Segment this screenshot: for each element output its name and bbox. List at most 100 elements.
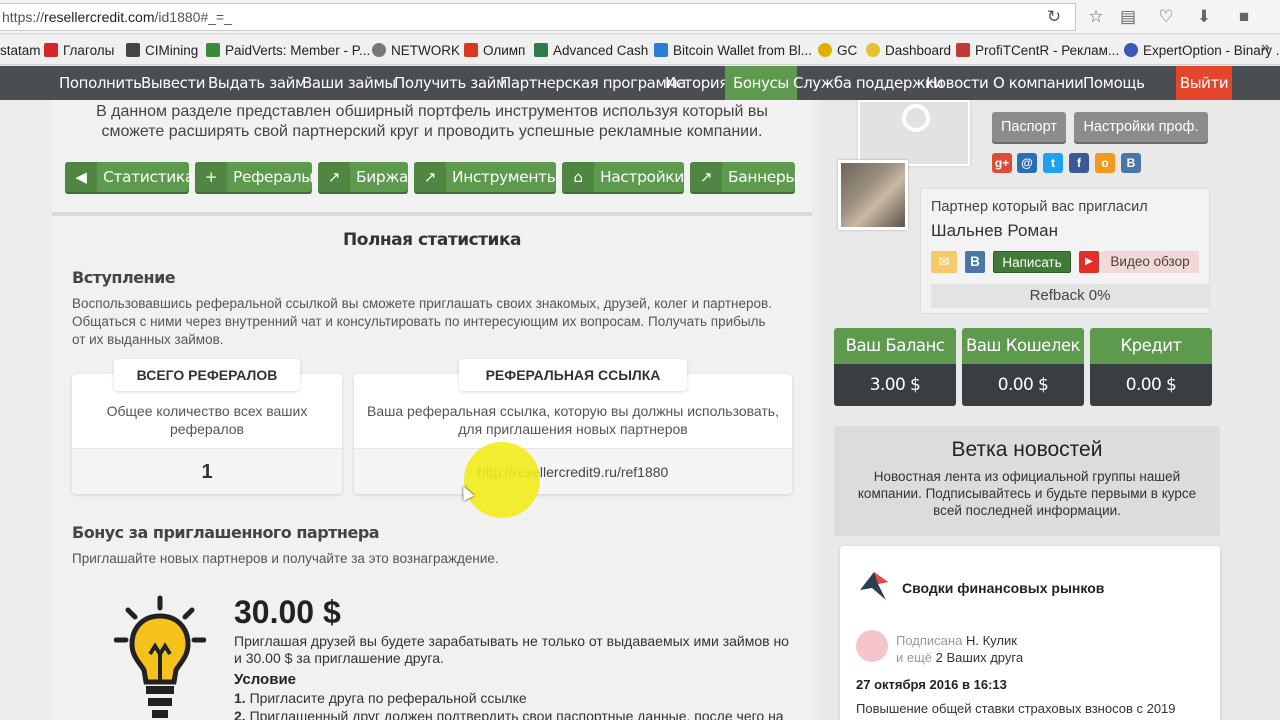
bookmark-icon	[44, 43, 58, 57]
bookmark-item[interactable]: Bitcoin Wallet from Bl...	[654, 42, 812, 60]
passport-button[interactable]: Паспорт	[992, 112, 1066, 142]
bookmark-item[interactable]: statam	[0, 42, 41, 60]
google-plus-icon[interactable]: g+	[992, 153, 1012, 173]
credit-box[interactable]: Кредит 0.00 $	[1090, 328, 1212, 406]
bookmark-item[interactable]: PaidVerts: Member - P...	[206, 42, 370, 60]
post-text[interactable]: Повышение общей ставки страховых взносов…	[856, 701, 1176, 716]
extension-icon[interactable]: ■	[1232, 5, 1256, 29]
balance-value: 3.00 $	[834, 364, 956, 406]
tool-label: Биржа	[356, 168, 409, 186]
condition-text: Пригласите друга по реферальной ссылке	[249, 690, 527, 706]
vk-icon[interactable]: B	[1121, 153, 1141, 173]
nav-item-history[interactable]: История	[665, 66, 728, 100]
inviter-avatar[interactable]	[838, 160, 908, 230]
nav-item-withdraw[interactable]: Вывести	[141, 66, 206, 100]
bookmarks-more-icon[interactable]: »	[1261, 39, 1270, 57]
nav-item-get-loan[interactable]: Получить займ	[394, 66, 507, 100]
profile-photo-placeholder[interactable]	[858, 100, 970, 166]
mail-icon[interactable]: @	[1017, 153, 1037, 173]
bookmark-icon	[956, 43, 970, 57]
bookmark-label: statam	[0, 43, 41, 58]
nav-item-about[interactable]: О компании	[993, 66, 1084, 100]
and-more-label: и ещё	[896, 650, 933, 665]
feed-title[interactable]: Сводки финансовых рынков	[902, 580, 1104, 596]
tool-exchange-button[interactable]: ↗ Биржа	[318, 162, 408, 192]
tool-label: Баннеры	[728, 168, 798, 186]
nav-item-partner-program[interactable]: Партнерская программа	[500, 66, 687, 100]
balance-box[interactable]: Ваш Баланс 3.00 $	[834, 328, 956, 406]
lightbulb-icon	[114, 595, 206, 718]
tool-instruments-button[interactable]: ↗ Инструменты	[414, 162, 559, 192]
star-icon[interactable]: ☆	[1084, 5, 1108, 29]
bookmark-item[interactable]: ProfiTCentR - Реклам...	[956, 42, 1119, 60]
address-bar[interactable]: https://resellercredit.com/id1880#_=_	[0, 3, 1076, 31]
full-stats-title: Полная статистика	[343, 230, 521, 250]
nav-item-help[interactable]: Помощь	[1083, 66, 1145, 100]
subscriber-avatar[interactable]	[856, 630, 888, 662]
twitter-icon[interactable]: t	[1043, 153, 1063, 173]
subscriber-name[interactable]: Н. Кулик	[966, 633, 1017, 648]
tool-label: Рефералы	[233, 168, 313, 186]
bonus-paragraph: Приглашайте новых партнеров и получайте …	[72, 551, 499, 566]
tool-settings-button[interactable]: ⌂ Настройки	[562, 162, 684, 192]
pocket-icon[interactable]: ♡	[1154, 5, 1178, 29]
nav-item-your-loans[interactable]: Ваши займы	[302, 66, 396, 100]
inviter-name: Шальнев Роман	[931, 221, 1058, 240]
youtube-icon[interactable]: ▶	[1079, 251, 1099, 273]
download-icon[interactable]: ⬇	[1192, 5, 1216, 29]
profile-settings-button[interactable]: Настройки проф.	[1074, 112, 1208, 142]
bookmarks-bar: statam Глаголы CIMining PaidVerts: Membe…	[0, 35, 1280, 65]
card-description: Ваша реферальная ссылка, которую вы долж…	[367, 403, 779, 437]
more-friends-link[interactable]: 2 Ваших друга	[936, 650, 1023, 665]
odnoklassniki-icon[interactable]: o	[1095, 153, 1115, 173]
reader-icon[interactable]: ▤	[1116, 5, 1140, 29]
tool-statistics-button[interactable]: ◀ Статистика	[65, 162, 194, 192]
bookmark-label: CIMining	[145, 43, 199, 58]
condition-number: 2.	[234, 708, 246, 720]
bookmark-item[interactable]: Глаголы	[44, 42, 114, 60]
total-referrals-card: ВСЕГО РЕФЕРАЛОВ Общее количество всех ва…	[72, 359, 342, 494]
referral-link-card: РЕФЕРАЛЬНАЯ ССЫЛКА Ваша реферальная ссыл…	[354, 359, 792, 494]
bookmark-item[interactable]: Dashboard	[866, 42, 951, 60]
nav-item-give-loan[interactable]: Выдать займ	[208, 66, 306, 100]
wallet-box[interactable]: Ваш Кошелек 0.00 $	[962, 328, 1084, 406]
bookmark-item[interactable]: GC	[818, 42, 857, 60]
card-tab-label: РЕФЕРАЛЬНАЯ ССЫЛКА	[459, 359, 687, 391]
bookmark-icon	[534, 43, 548, 57]
url-prefix: https://	[2, 9, 45, 25]
bookmark-icon	[818, 43, 832, 57]
megaphone-icon: ◀	[65, 162, 97, 192]
total-referrals-value: 1	[72, 448, 342, 494]
reload-icon[interactable]: ↻	[1042, 5, 1066, 29]
logout-button[interactable]: Выйти	[1176, 66, 1232, 100]
news-panel: Ветка новостей Новостная лента из официа…	[834, 426, 1220, 536]
tool-label: Статистика	[103, 168, 194, 186]
nav-item-bonuses[interactable]: Бонусы	[725, 66, 797, 100]
nav-item-support[interactable]: Служба поддержки	[793, 66, 943, 100]
vk-icon[interactable]: B	[965, 251, 985, 273]
bookmark-item[interactable]: NETWORK	[372, 42, 460, 60]
news-feed-card: Сводки финансовых рынков Подписана Н. Ку…	[840, 546, 1220, 720]
url-path: /id1880#_=_	[154, 9, 232, 25]
bookmark-item[interactable]: ExpertOption - Binary ...	[1124, 42, 1280, 60]
bookmark-item[interactable]: Advanced Cash	[534, 42, 648, 60]
bookmark-icon	[126, 43, 140, 57]
tool-referrals-button[interactable]: + Рефералы	[195, 162, 313, 192]
bookmark-label: Dashboard	[885, 43, 952, 58]
bookmark-label: NETWORK	[391, 43, 460, 58]
condition-heading: Условие	[234, 671, 297, 688]
tool-banners-button[interactable]: ↗ Баннеры	[690, 162, 798, 192]
video-review-button[interactable]: Видео обзор	[1101, 251, 1199, 273]
news-title: Ветка новостей	[951, 438, 1103, 461]
facebook-icon[interactable]: f	[1069, 153, 1089, 173]
envelope-icon[interactable]: ✉	[931, 251, 957, 273]
bookmark-icon	[654, 43, 668, 57]
bookmark-label: ExpertOption - Binary ...	[1143, 43, 1280, 58]
wallet-title: Ваш Кошелек	[962, 328, 1084, 364]
bookmark-item[interactable]: Олимп	[464, 42, 525, 60]
bookmark-item[interactable]: CIMining	[126, 42, 198, 60]
referral-link-value[interactable]: http://resellercredit9.ru/ref1880	[354, 448, 792, 494]
nav-item-deposit[interactable]: Пополнить	[59, 66, 142, 100]
write-message-button[interactable]: Написать	[993, 251, 1071, 273]
nav-item-news[interactable]: Новости	[926, 66, 989, 100]
